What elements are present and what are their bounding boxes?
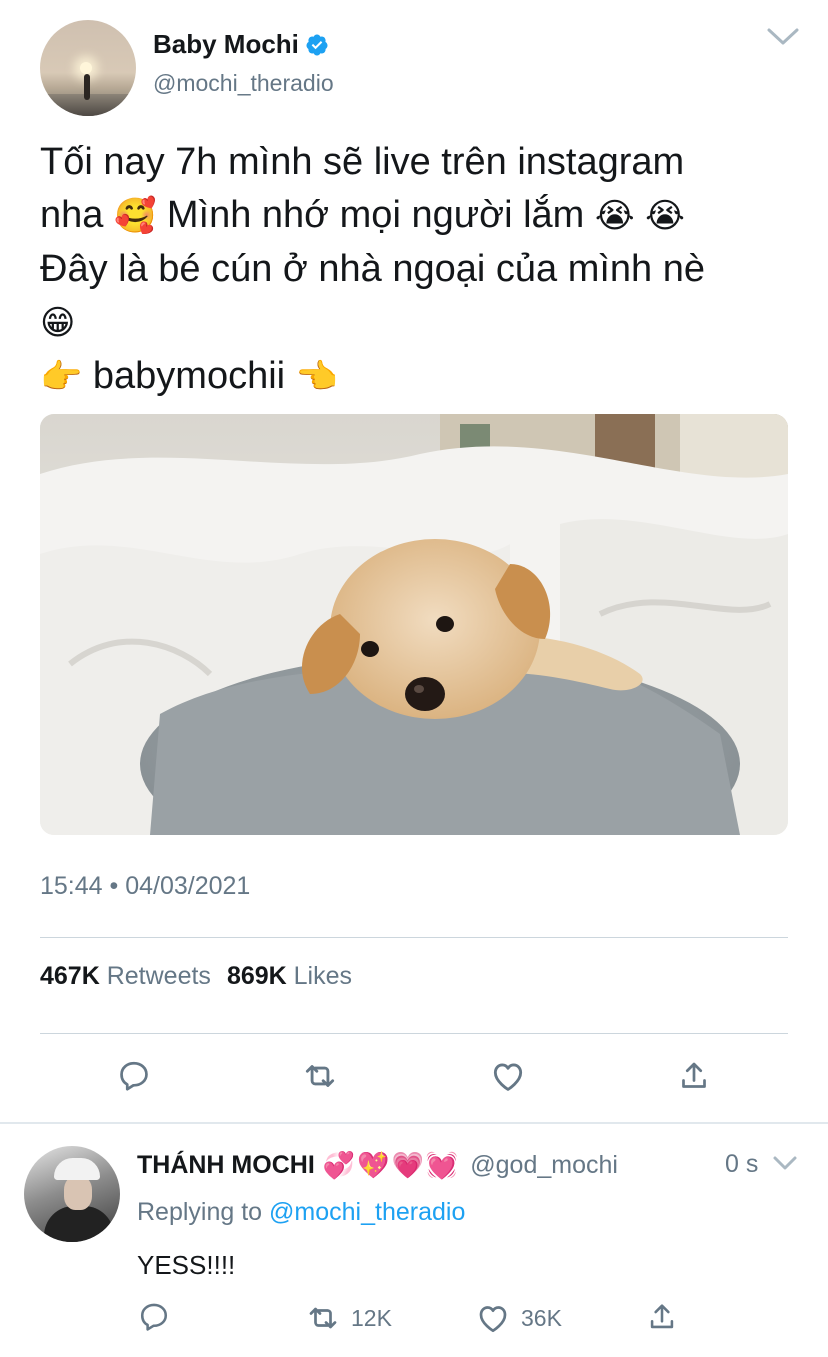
reply-icon <box>120 1061 148 1091</box>
divider <box>40 1033 788 1034</box>
share-icon <box>650 1304 674 1329</box>
heart-icon <box>493 1063 523 1091</box>
reply-like-count: 36K <box>521 1304 562 1331</box>
tweet-stats: 467K Retweets 869K Likes <box>40 962 352 991</box>
tweet-text-nha: nha <box>40 194 104 236</box>
tweet-text-line-1: Tối nay 7h mình sẽ live trên instagram <box>40 141 685 183</box>
avatar-face <box>64 1176 92 1210</box>
grinning-face-emoji: 😁 <box>40 303 76 343</box>
avatar-body <box>44 1206 114 1242</box>
retweet-icon <box>305 1065 335 1087</box>
tweet-action-bar <box>40 1054 788 1102</box>
reply-display-name[interactable]: THÁNH MOCHI <box>137 1151 315 1180</box>
chevron-down-icon[interactable] <box>766 26 800 48</box>
tweet-text-miss: Mình nhớ mọi người lắm <box>166 194 585 236</box>
share-icon <box>682 1062 706 1088</box>
reply-handle[interactable]: @god_mochi <box>470 1151 618 1180</box>
author-avatar[interactable] <box>40 20 136 116</box>
likes-stat[interactable]: 869K Likes <box>227 962 352 991</box>
instagram-username: babymochii <box>92 355 286 397</box>
heart-emojis: 💞💖💗💓 <box>322 1149 461 1180</box>
chevron-down-icon[interactable] <box>772 1154 798 1172</box>
author-handle[interactable]: @mochi_theradio <box>153 70 334 97</box>
replying-to-mention[interactable]: @mochi_theradio <box>269 1198 465 1226</box>
tweet-text-line-5: 👉 babymochii 👈 <box>40 350 800 404</box>
reply-icon <box>140 1303 168 1331</box>
reply-action-bar: 12K 36K <box>137 1300 697 1336</box>
reply-retweet-button[interactable]: 12K <box>305 1300 392 1336</box>
tweet-text: Tối nay 7h mình sẽ live trên instagram n… <box>40 136 800 404</box>
retweet-button[interactable] <box>298 1054 342 1098</box>
crying-face-emoji: 😭 <box>594 196 635 236</box>
verified-badge-icon <box>306 34 328 55</box>
reply-text: YESS!!!! <box>137 1250 236 1280</box>
tweet-photo[interactable] <box>40 414 788 835</box>
share-button[interactable] <box>672 1054 716 1098</box>
reply-button[interactable] <box>112 1054 156 1098</box>
retweets-stat[interactable]: 467K Retweets <box>40 962 211 991</box>
avatar-sun <box>80 62 92 74</box>
reply-reply-button[interactable] <box>137 1300 171 1334</box>
reply-header: THÁNH MOCHI 💞💖💗💓 @god_mochi <box>137 1148 797 1182</box>
pointing-right-emoji: 👉 <box>40 357 83 397</box>
like-count: 869K <box>226 962 287 990</box>
replying-to: Replying to @mochi_theradio <box>137 1198 465 1227</box>
tweet-text-line-2: nha 🥰 Mình nhớ mọi người lắm 😭 😭 <box>40 189 800 243</box>
crying-face-emoji: 😭 <box>645 196 685 236</box>
retweet-label: Retweets <box>106 962 211 990</box>
tweet-timestamp[interactable]: 15:44 • 04/03/2021 <box>40 872 250 901</box>
reply-share-button[interactable] <box>645 1300 679 1334</box>
retweet-count: 467K <box>40 962 100 990</box>
retweet-icon <box>309 1307 337 1329</box>
heart-icon <box>479 1306 507 1333</box>
reply-like-button[interactable]: 36K <box>475 1300 562 1336</box>
reply-author-avatar[interactable] <box>24 1146 120 1242</box>
tweet-header: Baby Mochi @mochi_theradio <box>40 20 800 116</box>
like-label: Likes <box>293 962 353 990</box>
reply-time[interactable]: 0 s <box>725 1150 758 1179</box>
avatar-cap <box>54 1158 100 1180</box>
divider <box>40 937 788 938</box>
avatar-figure <box>84 74 90 100</box>
smiling-face-with-hearts-emoji: 🥰 <box>113 196 157 236</box>
like-button[interactable] <box>486 1054 530 1098</box>
pointing-left-emoji: 👈 <box>295 357 339 397</box>
display-name-row: Baby Mochi <box>153 29 329 60</box>
author-display-name[interactable]: Baby Mochi <box>153 29 299 60</box>
puppy-on-bed-image <box>40 414 788 835</box>
tweet-text-line-4: 😁 <box>40 296 800 350</box>
reply-retweet-count: 12K <box>351 1304 392 1331</box>
replying-to-label: Replying to <box>137 1198 263 1226</box>
tweet-text-line-3: Đây là bé cún ở nhà ngoại của mình nè <box>40 248 706 290</box>
reply-tweet[interactable]: THÁNH MOCHI 💞💖💗💓 @god_mochi 0 s Replying… <box>0 1124 828 1357</box>
